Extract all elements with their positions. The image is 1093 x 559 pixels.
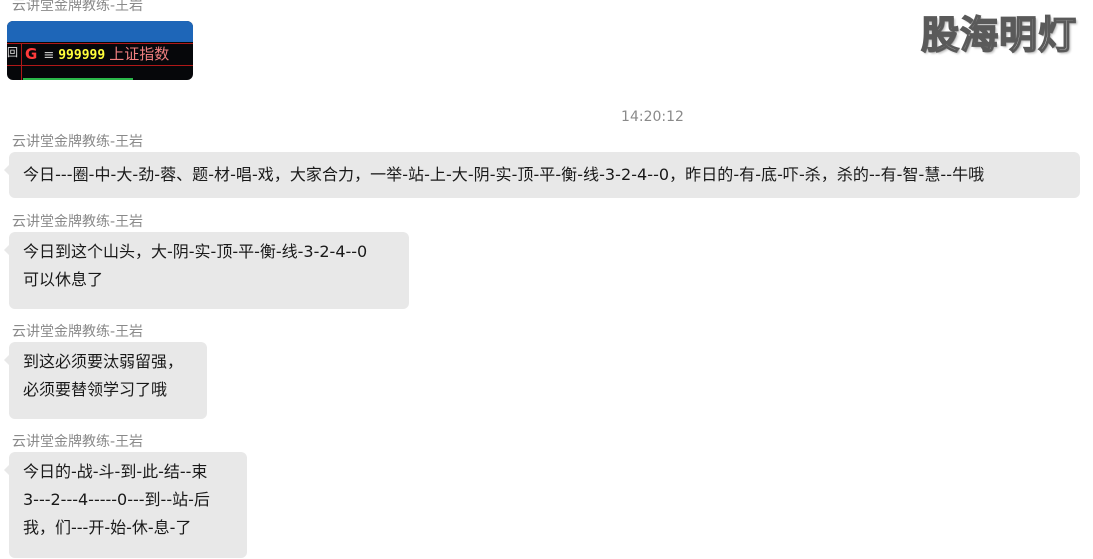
image-divider <box>7 43 193 44</box>
message-text: 今日---圈-中-大-劲-蓉、题-材-唱-戏，大家合力，一举-站-上-大-阴-实… <box>23 165 985 184</box>
message-text: 我，们---开-始-休-息-了 <box>23 518 192 537</box>
message-text: 3---2---4-----0---到--站-后 <box>23 490 210 509</box>
image-divider <box>7 65 193 66</box>
message-text: 可以休息了 <box>23 270 104 289</box>
image-top-bar <box>7 21 193 42</box>
message-text: 今日的-战-斗-到-此-结--束 <box>23 462 208 481</box>
image-edge-glyph: 回 <box>7 46 18 59</box>
sender-name: 云讲堂金牌教练-王岩 <box>12 214 144 230</box>
menu-icon: ≡ <box>43 48 55 63</box>
message-text: 到这必须要汰弱留强， <box>23 352 184 371</box>
sender-name: 云讲堂金牌教练-王岩 <box>12 324 144 340</box>
sender-name: 云讲堂金牌教练-王岩 <box>12 0 144 14</box>
stock-code: 999999 <box>58 48 106 63</box>
image-green-bar <box>23 78 133 80</box>
watermark-logo: 股海明灯 <box>920 12 1077 58</box>
message-timestamp: 14:20:12 <box>621 109 684 125</box>
stock-marker: G <box>25 45 38 63</box>
stock-name: 上证指数 <box>109 45 170 63</box>
stock-screenshot-image[interactable]: 回 G ≡ 999999 上证指数 <box>7 21 193 80</box>
sender-name: 云讲堂金牌教练-王岩 <box>12 434 144 450</box>
sender-name: 云讲堂金牌教练-王岩 <box>12 134 144 150</box>
image-divider <box>21 43 22 80</box>
message-bubble[interactable]: 今日到这个山头，大-阴-实-顶-平-衡-线-3-2-4--0 可以休息了 <box>4 232 409 309</box>
message-bubble[interactable]: 今日的-战-斗-到-此-结--束 3---2---4-----0---到--站-… <box>4 452 247 558</box>
message-text: 今日到这个山头，大-阴-实-顶-平-衡-线-3-2-4--0 <box>23 242 368 261</box>
stock-quote-row: G ≡ 999999 上证指数 <box>25 45 169 65</box>
message-bubble[interactable]: 到这必须要汰弱留强， 必须要替领学习了哦 <box>4 342 207 419</box>
message-bubble[interactable]: 今日---圈-中-大-劲-蓉、题-材-唱-戏，大家合力，一举-站-上-大-阴-实… <box>4 152 1080 198</box>
message-text: 必须要替领学习了哦 <box>23 380 168 399</box>
